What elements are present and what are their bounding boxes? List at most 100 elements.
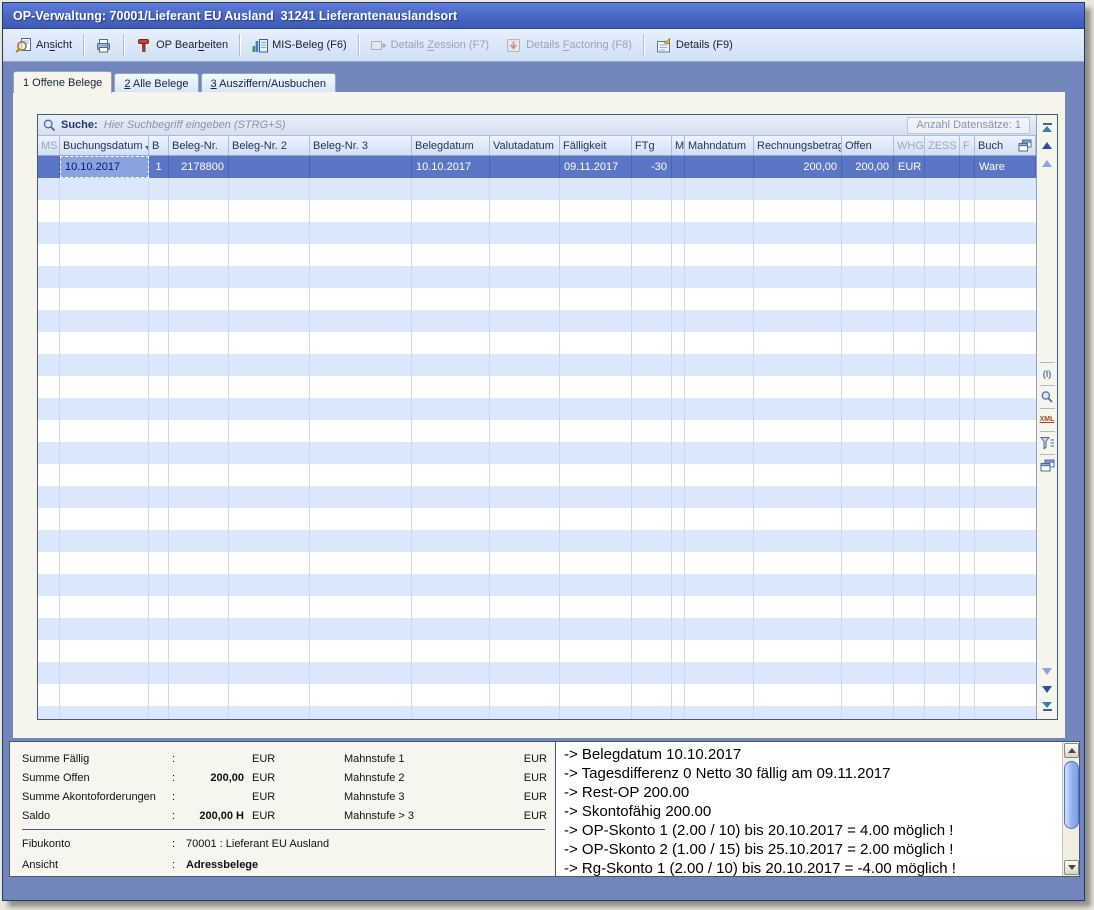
button-label: Ansicht bbox=[36, 39, 72, 51]
column-header-f[interactable]: F bbox=[960, 136, 975, 155]
empty-rows-area[interactable] bbox=[38, 178, 1036, 719]
scrollbar-down-icon[interactable] bbox=[1064, 860, 1079, 875]
column-header-valutadatum[interactable]: Valutadatum bbox=[490, 136, 560, 155]
column-header-rechnungsbetrag[interactable]: Rechnungsbetrag bbox=[754, 136, 842, 155]
details-scrollbar[interactable] bbox=[1062, 742, 1079, 876]
details-form-icon bbox=[655, 37, 672, 54]
record-count: Anzahl Datensätze: 1 bbox=[907, 117, 1030, 134]
search-input[interactable] bbox=[104, 119, 908, 131]
fibukonto-row: Fibukonto:70001 : Lieferant EU Ausland bbox=[22, 833, 557, 854]
cell-whg[interactable]: EUR bbox=[894, 156, 925, 178]
button-label: OP Bearbeiten bbox=[156, 39, 228, 51]
ansicht-button[interactable]: Ansicht bbox=[7, 33, 80, 58]
table-search-icon[interactable] bbox=[1039, 388, 1056, 406]
column-header-mahndatum[interactable]: Mahndatum bbox=[685, 136, 754, 155]
column-header-offen[interactable]: Offen bbox=[842, 136, 894, 155]
scroll-page-up-icon[interactable] bbox=[1039, 136, 1056, 154]
cell-faelligkeit[interactable]: 09.11.2017 bbox=[560, 156, 632, 178]
column-header-beleg-nr-2[interactable]: Beleg-Nr. 2 bbox=[229, 136, 310, 155]
button-label: Details (F9) bbox=[676, 39, 733, 51]
column-header-ms[interactable]: MS bbox=[38, 136, 60, 155]
toolbar-separator bbox=[83, 34, 84, 56]
cell-rechnungsbetrag[interactable]: 200,00 bbox=[754, 156, 842, 178]
ansicht-row: Ansicht:Adressbelege bbox=[22, 854, 557, 875]
tab-strip: 1 Offene Belege 2 Alle Belege 3 Ausziffe… bbox=[13, 71, 338, 93]
window-title: OP-Verwaltung: 70001/Lieferant EU Auslan… bbox=[13, 9, 457, 23]
column-header-belegdatum[interactable]: Belegdatum bbox=[412, 136, 490, 155]
cell-m[interactable] bbox=[672, 156, 685, 178]
search-icon bbox=[42, 118, 57, 133]
column-header-buchungsdatum[interactable]: Buchungsdatum bbox=[60, 136, 149, 155]
cell-zess[interactable] bbox=[925, 156, 960, 178]
cell-beleg-nr-2[interactable] bbox=[229, 156, 310, 178]
column-header-buch[interactable]: Buch bbox=[975, 136, 1036, 155]
column-header-beleg-nr[interactable]: Beleg-Nr. bbox=[169, 136, 229, 155]
cell-offen[interactable]: 200,00 bbox=[842, 156, 894, 178]
table-row[interactable]: 10.10.2017 1 2178800 10.10.2017 09.11.20… bbox=[38, 156, 1036, 178]
scroll-to-bottom-icon[interactable] bbox=[1039, 698, 1056, 716]
table-header: MS Buchungsdatum B Beleg-Nr. Beleg-Nr. 2… bbox=[38, 136, 1036, 156]
filter-icon[interactable] bbox=[1039, 434, 1056, 452]
cell-ms[interactable] bbox=[38, 156, 60, 178]
column-header-zess[interactable]: ZESS bbox=[925, 136, 960, 155]
column-header-faelligkeit[interactable]: Fälligkeit bbox=[560, 136, 632, 155]
scroll-up-icon[interactable] bbox=[1039, 154, 1056, 172]
chart-document-icon bbox=[251, 37, 268, 54]
details-text: -> Belegdatum 10.10.2017 -> Tagesdiffere… bbox=[564, 745, 1057, 876]
title-bar[interactable]: OP-Verwaltung: 70001/Lieferant EU Auslan… bbox=[3, 3, 1084, 29]
button-label: Details Zession (F7) bbox=[391, 39, 489, 51]
xml-export-icon[interactable]: XML bbox=[1039, 411, 1056, 429]
cell-beleg-nr[interactable]: 2178800 bbox=[169, 156, 229, 178]
scrollbar-up-icon[interactable] bbox=[1064, 743, 1079, 758]
tab-ausziffern-ausbuchen[interactable]: 3 Ausziffern/Ausbuchen bbox=[201, 73, 336, 93]
column-header-b[interactable]: B bbox=[149, 136, 169, 155]
app-window: OP-Verwaltung: 70001/Lieferant EU Auslan… bbox=[2, 2, 1085, 901]
tab-offene-belege[interactable]: 1 Offene Belege bbox=[13, 71, 112, 93]
cell-belegdatum[interactable]: 10.10.2017 bbox=[412, 156, 490, 178]
details-factoring-button[interactable]: Details Factoring (F8) bbox=[497, 33, 640, 58]
cell-f[interactable] bbox=[960, 156, 975, 178]
tab-page-offene-belege: Suche: Anzahl Datensätze: 1 MS Buchungsd… bbox=[13, 92, 1065, 738]
scroll-down-icon[interactable] bbox=[1039, 662, 1056, 680]
summary-row: Summe Fällig:EURMahnstufe 1EUR bbox=[22, 749, 557, 768]
scrollbar-thumb[interactable] bbox=[1064, 761, 1079, 829]
scroll-page-down-icon[interactable] bbox=[1039, 680, 1056, 698]
column-width-icon[interactable]: (I) bbox=[1039, 365, 1056, 383]
ansicht-value: Adressbelege bbox=[186, 859, 258, 871]
open-items-table: Suche: Anzahl Datensätze: 1 MS Buchungsd… bbox=[37, 114, 1058, 720]
summary-panel: Summe Fällig:EURMahnstufe 1EUR Summe Off… bbox=[9, 741, 558, 877]
cell-buch[interactable]: Ware bbox=[975, 156, 1036, 178]
mis-beleg-button[interactable]: MIS-Beleg (F6) bbox=[243, 33, 355, 58]
toolbar-separator bbox=[239, 34, 240, 56]
column-chooser-icon[interactable] bbox=[1018, 139, 1032, 152]
copy-view-icon[interactable] bbox=[1039, 457, 1056, 475]
tab-alle-belege[interactable]: 2 Alle Belege bbox=[114, 73, 198, 93]
scroll-to-top-icon[interactable] bbox=[1039, 118, 1056, 136]
cell-valutadatum[interactable] bbox=[490, 156, 560, 178]
cell-buchungsdatum[interactable]: 10.10.2017 bbox=[60, 156, 149, 178]
summary-row: Saldo:200,00 HEURMahnstufe > 3EUR bbox=[22, 806, 557, 825]
op-bearbeiten-button[interactable]: OP Bearbeiten bbox=[127, 33, 236, 58]
details-panel: -> Belegdatum 10.10.2017 -> Tagesdiffere… bbox=[555, 741, 1080, 877]
cell-b[interactable]: 1 bbox=[149, 156, 169, 178]
toolbar-separator bbox=[643, 34, 644, 56]
cell-beleg-nr-3[interactable] bbox=[310, 156, 412, 178]
column-header-whg[interactable]: WHG bbox=[894, 136, 925, 155]
column-header-ftg[interactable]: FTg bbox=[632, 136, 672, 155]
details-zession-button[interactable]: Details Zession (F7) bbox=[362, 33, 497, 58]
button-label: MIS-Beleg (F6) bbox=[272, 39, 347, 51]
window-body: 1 Offene Belege 2 Alle Belege 3 Ausziffe… bbox=[3, 62, 1084, 900]
print-button[interactable] bbox=[87, 33, 120, 58]
summary-row: Summe Akontoforderungen:EURMahnstufe 3EU… bbox=[22, 787, 557, 806]
column-header-m[interactable]: M bbox=[672, 136, 685, 155]
details-button[interactable]: Details (F9) bbox=[647, 33, 741, 58]
view-icon bbox=[15, 37, 32, 54]
cell-mahndatum[interactable] bbox=[685, 156, 754, 178]
column-header-beleg-nr-3[interactable]: Beleg-Nr. 3 bbox=[310, 136, 412, 155]
factoring-icon bbox=[505, 37, 522, 54]
cell-ftg[interactable]: -30 bbox=[632, 156, 672, 178]
toolbar: Ansicht OP Bearbeiten bbox=[3, 29, 1084, 62]
button-label: Details Factoring (F8) bbox=[526, 39, 632, 51]
search-label: Suche: bbox=[61, 119, 98, 131]
hammer-icon bbox=[135, 37, 152, 54]
